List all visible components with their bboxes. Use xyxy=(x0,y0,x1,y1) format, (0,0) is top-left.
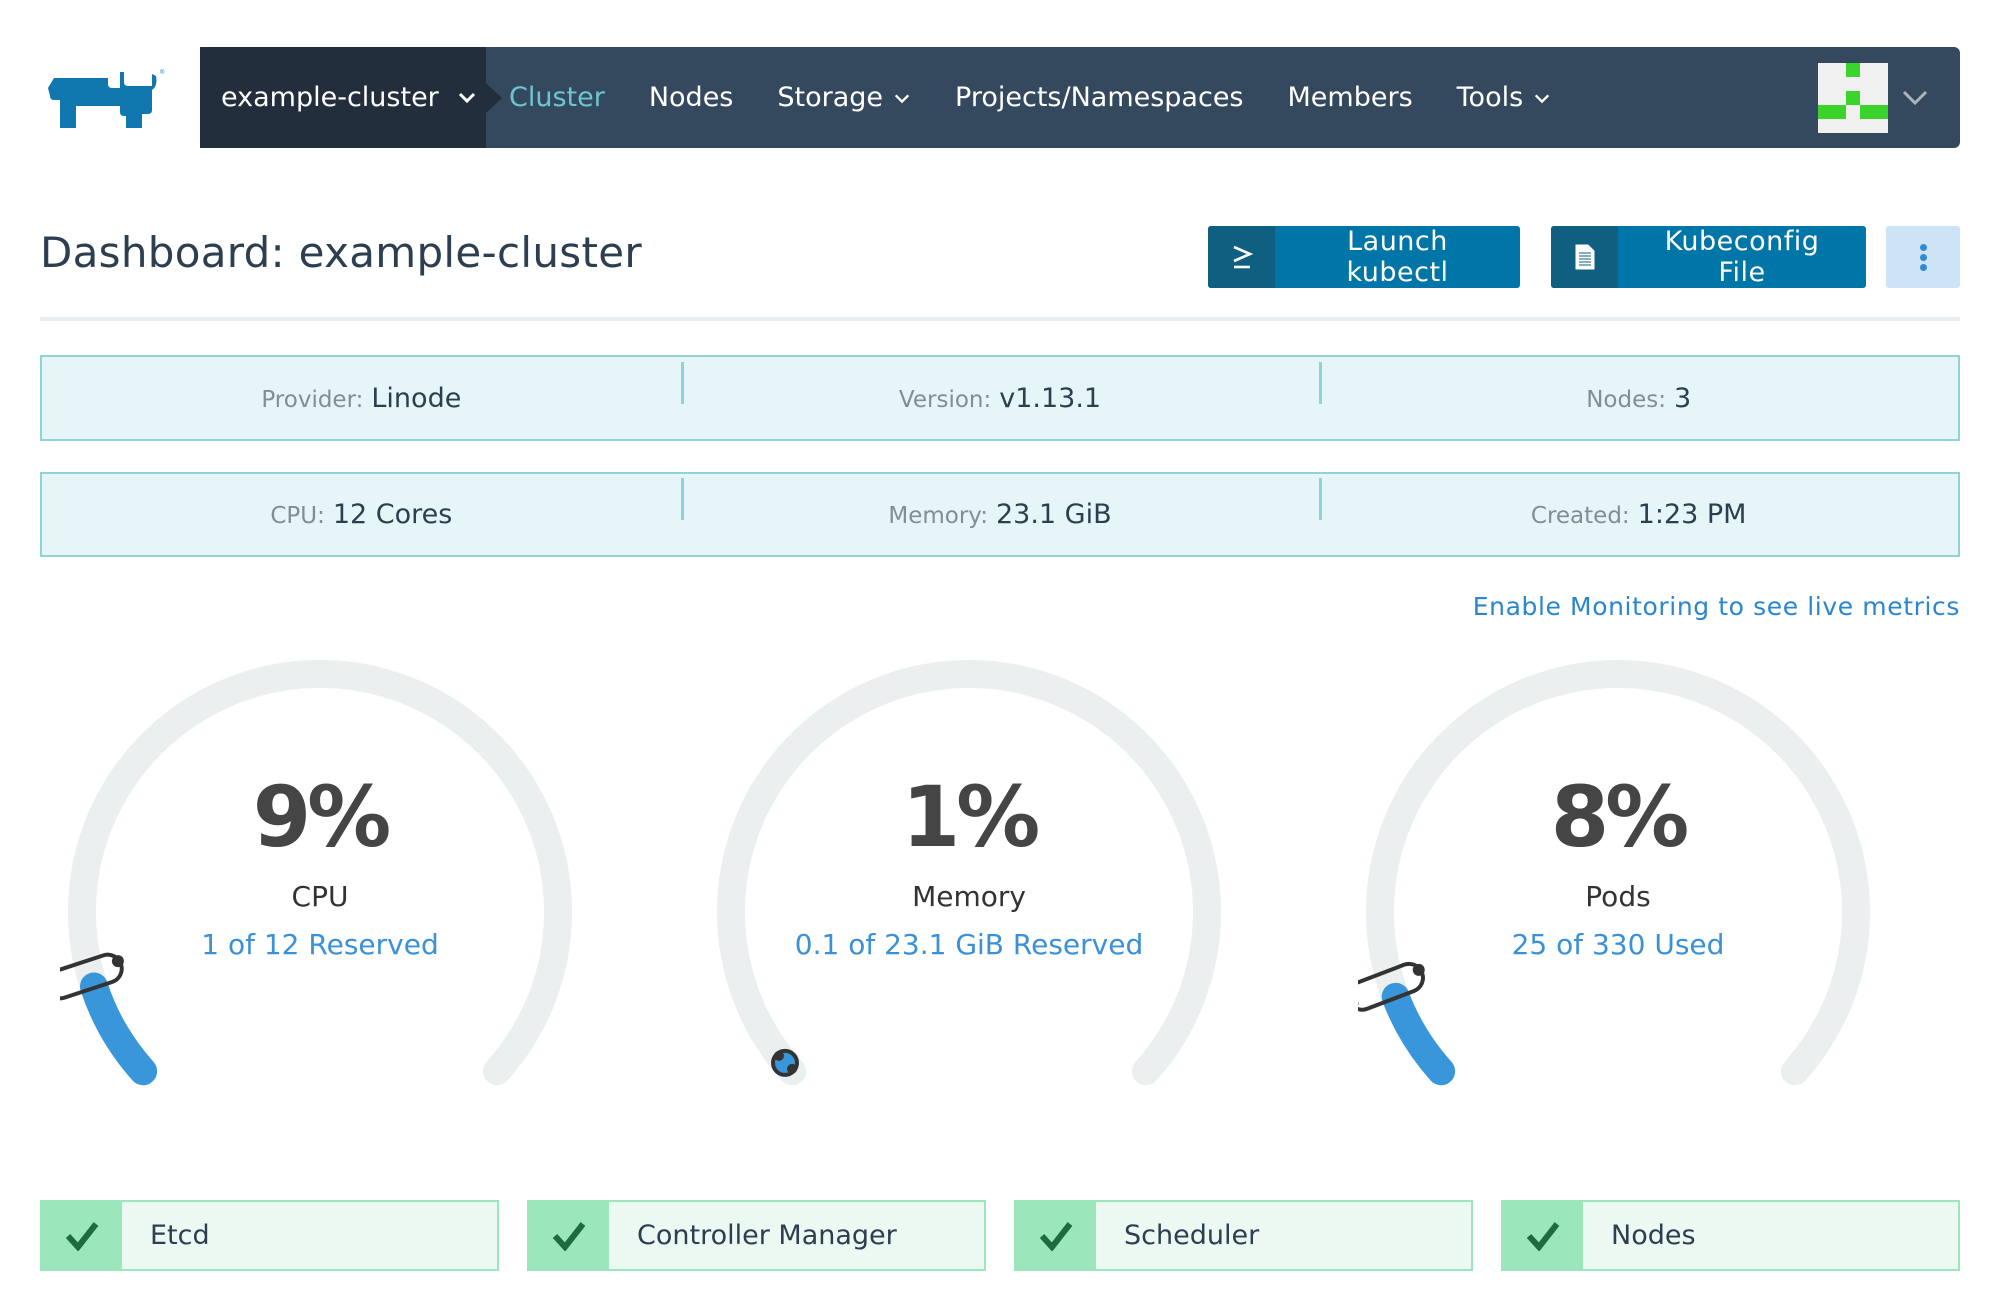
nav-item-nodes[interactable]: Nodes xyxy=(649,82,734,113)
kubeconfig-file-button[interactable]: Kubeconfig File xyxy=(1551,226,1866,288)
info-cpu: CPU: 12 Cores xyxy=(42,499,681,530)
check-icon xyxy=(1016,1202,1096,1269)
terminal-icon xyxy=(1208,226,1275,288)
gauge-name: CPU xyxy=(291,880,349,913)
svg-text:®: ® xyxy=(160,69,165,76)
launch-kubectl-label: Launch kubectl xyxy=(1346,226,1449,288)
gauge-svg xyxy=(717,660,1221,1086)
component-name: Etcd xyxy=(150,1220,210,1251)
pods-gauge: 8% Pods 25 of 330 Used xyxy=(1358,650,1878,1090)
nav-item-cluster[interactable]: Cluster xyxy=(509,82,605,113)
component-status-etcd: Etcd xyxy=(40,1200,499,1271)
gauge-track xyxy=(1366,660,1870,1086)
info-value: Linode xyxy=(371,382,462,414)
enable-monitoring-link[interactable]: Enable Monitoring to see live metrics xyxy=(1473,592,1960,621)
cluster-switcher[interactable]: example-cluster xyxy=(200,47,502,148)
info-nodes: Nodes: 3 xyxy=(1319,361,1958,414)
chevron-down-icon xyxy=(1535,94,1550,103)
gauge-detail: 25 of 330 Used xyxy=(1511,928,1725,961)
cluster-info-row-2: CPU: 12 Cores Memory: 23.1 GiB Created: 1:2… xyxy=(40,472,1960,557)
title-divider xyxy=(40,317,1960,321)
component-name: Nodes xyxy=(1611,1220,1696,1251)
info-key: CPU: xyxy=(270,503,325,529)
kebab-icon xyxy=(1919,242,1927,272)
info-value: 3 xyxy=(1673,382,1692,414)
nav-item-projects-namespaces[interactable]: Projects/Namespaces xyxy=(955,82,1243,113)
gauge-fill xyxy=(79,972,158,1086)
nav-item-label: Cluster xyxy=(509,82,605,113)
info-key: Nodes: xyxy=(1586,386,1666,413)
nav-item-label: Storage xyxy=(777,82,884,113)
info-value: 12 Cores xyxy=(332,499,453,530)
check-icon xyxy=(1503,1202,1583,1269)
info-value: 23.1 GiB xyxy=(995,499,1112,530)
file-icon xyxy=(1551,226,1618,288)
gauge-detail: 0.1 of 23.1 GiB Reserved xyxy=(794,928,1144,961)
page-title: Dashboard: example-cluster xyxy=(40,228,642,277)
check-icon xyxy=(42,1202,122,1269)
launch-kubectl-button[interactable]: Launch kubectl xyxy=(1208,226,1520,288)
kubeconfig-file-label: Kubeconfig File xyxy=(1664,226,1820,288)
check-icon xyxy=(529,1202,609,1269)
nav-item-label: Members xyxy=(1287,82,1413,113)
gauge-name: Memory xyxy=(912,880,1026,913)
memory-gauge: 1% Memory 0.1 of 23.1 GiB Reserved xyxy=(709,650,1229,1090)
gauge-track xyxy=(68,660,572,1086)
info-created: Created: 1:23 PM xyxy=(1319,478,1958,530)
gauge-svg xyxy=(60,660,572,1086)
nav-item-label: Tools xyxy=(1456,82,1524,113)
nav-item-label: Nodes xyxy=(648,82,734,113)
info-key: Created: xyxy=(1530,503,1630,529)
gauge-detail: 1 of 12 Reserved xyxy=(201,928,439,961)
avatar xyxy=(1818,63,1888,133)
gauge-svg xyxy=(1358,660,1870,1086)
nav-menu: Cluster Nodes Storage Projects/Namespace… xyxy=(509,47,1595,148)
gauge-name: Pods xyxy=(1585,880,1651,913)
gauge-track xyxy=(717,660,1221,1086)
info-version: Version: v1.13.1 xyxy=(680,361,1320,414)
nav-item-members[interactable]: Members xyxy=(1288,82,1413,113)
component-status-scheduler: Scheduler xyxy=(1014,1200,1473,1271)
nav-item-label: Projects/Namespaces xyxy=(955,82,1244,113)
rancher-logo[interactable]: ® xyxy=(40,66,176,130)
info-provider: Provider: Linode xyxy=(42,383,681,414)
info-key: Provider: xyxy=(261,386,364,413)
more-actions-button[interactable] xyxy=(1886,226,1960,288)
component-status-controller-manager: Controller Manager xyxy=(527,1200,986,1271)
info-value: v1.13.1 xyxy=(999,382,1102,414)
info-key: Version: xyxy=(898,386,992,413)
chevron-down-icon xyxy=(1902,90,1928,106)
cluster-switcher-label: example-cluster xyxy=(221,82,439,113)
chevron-down-icon xyxy=(894,94,910,103)
nav-item-storage[interactable]: Storage xyxy=(777,82,911,113)
chevron-down-icon xyxy=(458,92,475,103)
component-status-nodes: Nodes xyxy=(1501,1200,1960,1271)
component-name: Scheduler xyxy=(1124,1220,1260,1251)
top-navbar: example-cluster Cluster Nodes Storage Pr… xyxy=(200,47,1960,148)
component-name: Controller Manager xyxy=(637,1220,897,1251)
gauge-percent: 8% xyxy=(1550,768,1690,866)
gauge-fill xyxy=(1381,982,1456,1086)
info-key: Memory: xyxy=(888,503,988,529)
info-memory: Memory: 23.1 GiB xyxy=(680,478,1320,530)
cpu-gauge: 9% CPU 1 of 12 Reserved xyxy=(60,650,580,1090)
gauge-handle[interactable] xyxy=(771,1048,799,1077)
cluster-info-row-1: Provider: Linode Version: v1.13.1 Nodes: 3 xyxy=(40,355,1960,441)
nav-item-tools[interactable]: Tools xyxy=(1457,82,1552,113)
gauge-percent: 9% xyxy=(252,768,392,866)
info-value: 1:23 PM xyxy=(1637,499,1747,530)
user-menu[interactable] xyxy=(1818,63,1930,133)
gauge-percent: 1% xyxy=(901,768,1041,866)
